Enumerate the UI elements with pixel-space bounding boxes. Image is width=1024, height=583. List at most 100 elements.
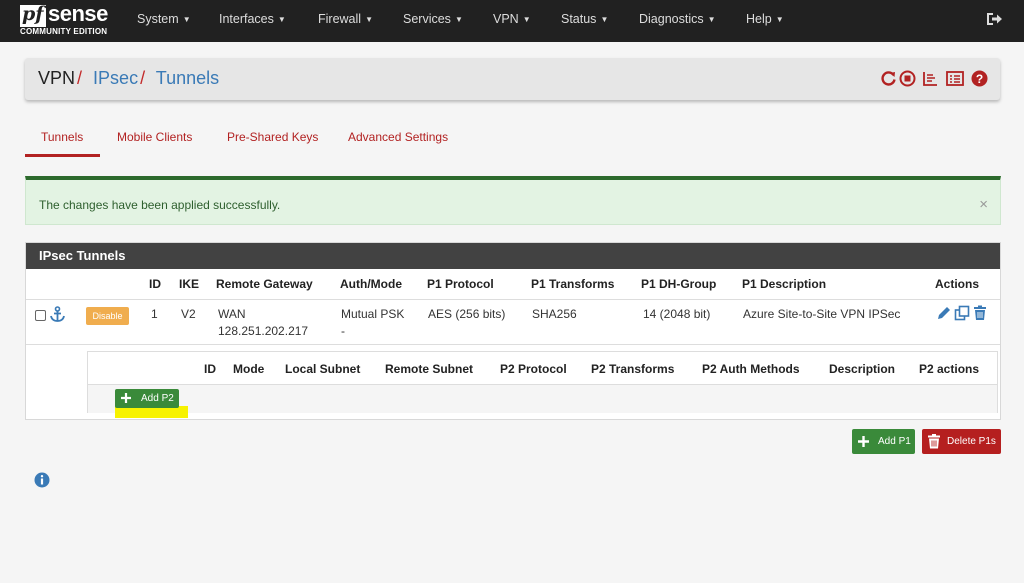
- delete-p1s-button[interactable]: Delete P1s: [922, 429, 1001, 454]
- auth-method: Mutual PSK: [341, 307, 405, 321]
- tunnel-id: 1: [151, 307, 158, 321]
- breadcrumb-panel: VPN / IPsec / Tunnels ?: [25, 58, 1000, 100]
- caret-down-icon: ▼: [600, 15, 609, 24]
- phase2-table: ID Mode Local Subnet Remote Subnet P2 Pr…: [87, 351, 998, 413]
- row-divider: [26, 344, 1000, 345]
- success-alert: The changes have been applied successful…: [25, 176, 1001, 225]
- p2-col-header-transforms: P2 Transforms: [591, 362, 675, 376]
- trash-icon: [928, 434, 940, 449]
- logo-pf-box: pf: [20, 3, 46, 27]
- col-header-ike: IKE: [179, 277, 200, 291]
- p2-col-header-remote-subnet: Remote Subnet: [385, 362, 474, 376]
- stop-icon[interactable]: [899, 70, 916, 87]
- nav-label: Diagnostics: [639, 12, 704, 26]
- header-icon-group: ?: [880, 70, 990, 88]
- p2-col-header-auth-methods: P2 Auth Methods: [702, 362, 800, 376]
- logo-edition-text: COMMUNITY EDITION: [20, 27, 108, 36]
- panel-title: IPsec Tunnels: [39, 248, 126, 263]
- list-icon[interactable]: [946, 70, 964, 87]
- col-header-p1-description: P1 Description: [742, 277, 827, 291]
- tab-advanced-settings[interactable]: Advanced Settings: [348, 130, 448, 144]
- info-icon[interactable]: [34, 472, 50, 488]
- auth-mode: -: [341, 324, 345, 338]
- nav-firewall-menu[interactable]: Firewall ▼: [318, 12, 373, 26]
- nav-diagnostics-menu[interactable]: Diagnostics ▼: [639, 12, 716, 26]
- panel-header: IPsec Tunnels: [26, 243, 1000, 269]
- plus-icon: [858, 436, 869, 447]
- header-divider: [26, 299, 1000, 300]
- caret-down-icon: ▼: [707, 15, 716, 24]
- nav-vpn-menu[interactable]: VPN ▼: [493, 12, 531, 26]
- col-header-p1-protocol: P1 Protocol: [427, 277, 494, 291]
- p2-col-header-description: Description: [829, 362, 896, 376]
- breadcrumb-tunnels-link[interactable]: Tunnels: [156, 68, 219, 88]
- breadcrumb-separator: /: [77, 68, 83, 88]
- p1-protocol: AES (256 bits): [428, 307, 506, 321]
- p1-description: Azure Site-to-Site VPN IPSec: [743, 307, 901, 321]
- nav-status-menu[interactable]: Status ▼: [561, 12, 608, 26]
- caret-down-icon: ▼: [775, 15, 784, 24]
- tunnel-select-checkbox[interactable]: [35, 310, 46, 321]
- nav-help-menu[interactable]: Help ▼: [746, 12, 784, 26]
- trash-icon[interactable]: [972, 305, 988, 321]
- delete-p1s-label: Delete P1s: [947, 436, 996, 447]
- logs-icon[interactable]: [922, 70, 939, 87]
- caret-down-icon: ▼: [454, 15, 463, 24]
- caret-down-icon: ▼: [365, 15, 373, 24]
- nav-label: Help: [746, 12, 772, 26]
- p2-col-header-actions: P2 actions: [919, 362, 980, 376]
- gateway-interface: WAN: [218, 307, 246, 321]
- add-p2-button[interactable]: Add P2: [115, 389, 179, 408]
- col-header-auth-mode: Auth/Mode: [340, 277, 402, 291]
- plus-icon: [121, 393, 131, 403]
- breadcrumb-ipsec-link[interactable]: IPsec: [93, 68, 138, 88]
- tab-pre-shared-keys[interactable]: Pre-Shared Keys: [227, 130, 318, 144]
- sign-out-icon[interactable]: [985, 10, 1003, 28]
- top-navbar: pf sense COMMUNITY EDITION System ▼ Inter…: [0, 0, 1024, 42]
- breadcrumb: VPN / IPsec / Tunnels: [38, 68, 219, 89]
- nav-interfaces-menu[interactable]: Interfaces ▼: [219, 12, 286, 26]
- nav-label: Services: [403, 12, 451, 26]
- alert-close-button[interactable]: ×: [979, 196, 988, 213]
- nav-label: Firewall: [318, 12, 362, 26]
- add-p1-label: Add P1: [878, 436, 911, 447]
- pfsense-logo[interactable]: pf sense COMMUNITY EDITION: [20, 1, 115, 39]
- alert-message: The changes have been applied successful…: [39, 198, 281, 212]
- anchor-icon[interactable]: [49, 306, 66, 323]
- p2-col-header-protocol: P2 Protocol: [500, 362, 567, 376]
- caret-down-icon: ▼: [277, 15, 286, 24]
- logo-pf-text: pf: [22, 3, 44, 25]
- nav-services-menu[interactable]: Services ▼: [403, 12, 463, 26]
- nav-label: Status: [561, 12, 597, 26]
- breadcrumb-root: VPN: [38, 68, 76, 88]
- p1-transforms: SHA256: [532, 307, 577, 321]
- p2-col-header-local-subnet: Local Subnet: [285, 362, 361, 376]
- add-p2-label: Add P2: [141, 393, 174, 404]
- disable-tunnel-button[interactable]: Disable: [86, 307, 129, 325]
- col-header-p1-dh-group: P1 DH-Group: [641, 277, 717, 291]
- p1-dh-group: 14 (2048 bit): [643, 307, 711, 321]
- active-tab-indicator: [25, 154, 100, 157]
- caret-down-icon: ▼: [522, 15, 531, 24]
- nav-label: Interfaces: [219, 12, 274, 26]
- nav-label: VPN: [493, 12, 519, 26]
- tab-tunnels[interactable]: Tunnels: [41, 130, 83, 144]
- p2-col-header-mode: Mode: [233, 362, 265, 376]
- col-header-p1-transforms: P1 Transforms: [531, 277, 615, 291]
- restart-icon[interactable]: [880, 70, 897, 87]
- col-header-remote-gateway: Remote Gateway: [216, 277, 313, 291]
- copy-icon[interactable]: [954, 305, 970, 321]
- breadcrumb-separator: /: [140, 68, 146, 88]
- nav-system-menu[interactable]: System ▼: [137, 12, 191, 26]
- tab-mobile-clients[interactable]: Mobile Clients: [117, 130, 192, 144]
- edit-pencil-icon[interactable]: [936, 305, 952, 321]
- svg-text:?: ?: [976, 72, 983, 86]
- nav-label: System: [137, 12, 179, 26]
- phase2-footer: [88, 384, 997, 413]
- tunnel-ike: V2: [181, 307, 196, 321]
- logo-sense-text: sense: [48, 1, 108, 26]
- p2-col-header-id: ID: [204, 362, 216, 376]
- help-icon[interactable]: ?: [971, 70, 988, 87]
- add-p1-button[interactable]: Add P1: [852, 429, 915, 454]
- col-header-actions: Actions: [935, 277, 980, 291]
